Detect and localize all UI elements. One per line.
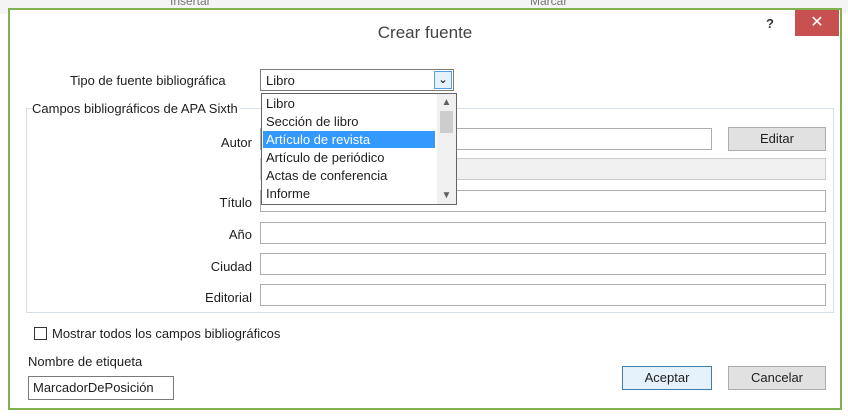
dropdown-item[interactable]: Artículo de periódico — [263, 149, 435, 166]
field-label-city: Ciudad — [210, 259, 252, 274]
dropdown-item[interactable]: Actas de conferencia — [263, 167, 435, 184]
tag-name-input[interactable]: MarcadorDePosición — [28, 376, 174, 400]
scroll-down-icon[interactable]: ▼ — [437, 187, 456, 204]
source-type-label: Tipo de fuente bibliográfica — [70, 73, 226, 88]
close-button[interactable]: ✕ — [795, 10, 839, 36]
scroll-thumb[interactable] — [440, 111, 453, 133]
dialog-title: Crear fuente — [377, 23, 473, 42]
edit-button[interactable]: Editar — [728, 127, 826, 151]
field-label-publisher: Editorial — [205, 290, 252, 305]
field-label-title: Título — [219, 195, 252, 210]
field-label-year: Año — [228, 227, 252, 242]
chevron-down-icon[interactable]: ⌄ — [434, 71, 452, 89]
show-all-fields-checkbox[interactable] — [34, 327, 47, 340]
source-type-dropdown-list: Libro Sección de libro Artículo de revis… — [261, 93, 457, 205]
publisher-field[interactable] — [260, 284, 826, 306]
show-all-fields-label[interactable]: Mostrar todos los campos bibliográficos — [52, 326, 280, 341]
tag-name-label: Nombre de etiqueta — [28, 354, 143, 369]
city-field[interactable] — [260, 253, 826, 275]
group-title: Campos bibliográficos de APA Sixth — [32, 101, 240, 116]
ok-button[interactable]: Aceptar — [622, 366, 712, 390]
dropdown-item-selected[interactable]: Artículo de revista — [263, 131, 435, 148]
title-bar: Crear fuente ? ✕ — [10, 10, 840, 52]
cancel-button[interactable]: Cancelar — [728, 366, 826, 390]
dropdown-item[interactable]: Sección de libro — [263, 113, 435, 130]
dropdown-scrollbar[interactable]: ▲ ▼ — [437, 94, 456, 204]
source-type-value: Libro — [266, 73, 295, 88]
create-source-dialog: Crear fuente ? ✕ Tipo de fuente bibliogr… — [8, 8, 842, 410]
year-field[interactable] — [260, 222, 826, 244]
source-type-select[interactable]: Libro ⌄ — [260, 69, 454, 91]
scroll-up-icon[interactable]: ▲ — [437, 94, 456, 111]
background-tab-text: Marcar — [530, 0, 568, 8]
dropdown-item[interactable]: Libro — [263, 95, 435, 112]
help-button[interactable]: ? — [760, 16, 780, 34]
background-tab-text: Insertar — [170, 0, 211, 8]
dropdown-item[interactable]: Informe — [263, 185, 435, 202]
field-label-author: Autor — [220, 135, 252, 150]
